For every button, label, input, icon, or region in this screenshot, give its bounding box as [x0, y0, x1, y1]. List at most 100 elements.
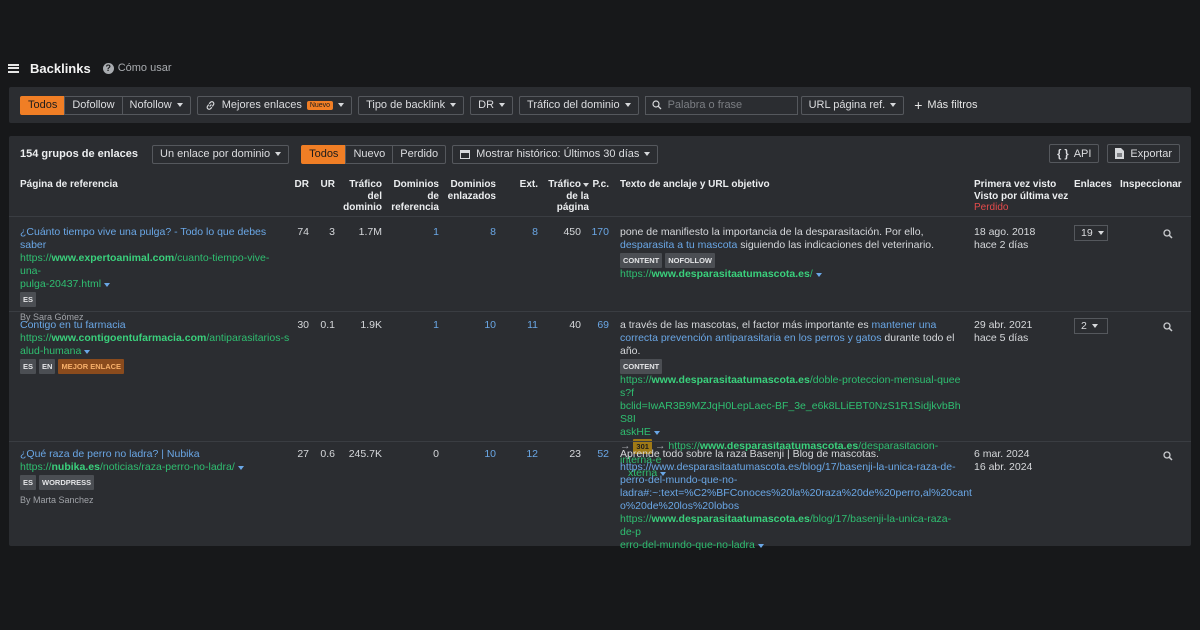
- anchor-link[interactable]: mantener una: [872, 319, 937, 331]
- col-links[interactable]: Enlaces: [1074, 179, 1112, 191]
- anchor-link[interactable]: desparasita a tu mascota: [620, 239, 737, 251]
- target-url-link[interactable]: https://www.desparasitaatumascota.es/blo…: [620, 513, 965, 552]
- chevron-down-icon: [275, 152, 282, 156]
- target-url-link[interactable]: https://www.desparasitaatumascota.es/dob…: [620, 374, 965, 439]
- ref-url-link[interactable]: https://www.expertoanimal.com/cuanto-tie…: [20, 252, 285, 291]
- col-domain-traffic[interactable]: Tráfico del dominio: [334, 179, 382, 214]
- anchor-link[interactable]: https://www.desparasitaatumascota.es/blo…: [620, 461, 972, 513]
- status-all-button[interactable]: Todos: [301, 144, 347, 164]
- page-traffic-value: 450: [563, 226, 581, 238]
- row-divider: [9, 216, 1191, 217]
- links-dropdown[interactable]: 19: [1074, 225, 1108, 241]
- ref-domains-value[interactable]: 1: [384, 319, 439, 332]
- filter-dofollow-button[interactable]: Dofollow: [64, 95, 123, 115]
- history-dropdown[interactable]: Mostrar histórico: Últimos 30 días: [452, 144, 659, 164]
- inspect-icon[interactable]: [1163, 229, 1173, 239]
- content-tag: CONTENT: [620, 359, 663, 374]
- chevron-down-icon: [624, 103, 631, 107]
- best-links-button[interactable]: Mejores enlaces Nuevo: [196, 95, 353, 115]
- page-title: Backlinks: [30, 60, 91, 76]
- ref-url-link[interactable]: https://nubika.es/noticias/raza-perro-no…: [20, 461, 290, 474]
- inspect-icon[interactable]: [1163, 451, 1173, 461]
- target-url-link[interactable]: https://www.desparasitaatumascota.es/: [620, 268, 965, 281]
- groups-count: 154 grupos de enlaces: [20, 148, 138, 160]
- url-ref-dropdown[interactable]: URL página ref.: [800, 95, 905, 115]
- traffic-value: 1.9K: [360, 319, 382, 331]
- chevron-down-icon: [644, 152, 651, 156]
- lang-tag: ES: [20, 359, 37, 374]
- ur-value: 0.1: [320, 319, 335, 331]
- chevron-down-icon[interactable]: [757, 544, 764, 548]
- chevron-down-icon[interactable]: [653, 431, 660, 435]
- col-inspect: Inspeccionar: [1120, 179, 1182, 190]
- chevron-down-icon[interactable]: [237, 466, 244, 470]
- col-anchor[interactable]: Texto de anclaje y URL objetivo: [620, 179, 770, 191]
- dates: 6 mar. 2024 16 abr. 2024: [974, 448, 1033, 473]
- domain-traffic-dropdown[interactable]: Tráfico del dominio: [519, 95, 639, 115]
- col-linked-domains[interactable]: Dominios enlazados: [439, 179, 496, 202]
- ref-title-link[interactable]: ¿Cuánto tiempo vive una pulga? - Todo lo…: [20, 226, 285, 252]
- menu-icon[interactable]: [8, 63, 19, 73]
- ext-value[interactable]: 12: [504, 448, 538, 461]
- col-dates[interactable]: Primera vez visto Visto por última vez Per…: [974, 179, 1068, 214]
- follow-filter: Todos Dofollow Nofollow: [20, 95, 191, 115]
- search-placeholder: Palabra o frase: [667, 99, 743, 111]
- ref-url-link[interactable]: https://www.contigoentufarmacia.com/anti…: [20, 332, 290, 358]
- col-ext[interactable]: Ext.: [504, 179, 538, 191]
- filter-all-button[interactable]: Todos: [20, 95, 66, 115]
- page-traffic-value: 40: [569, 319, 581, 331]
- chevron-down-icon[interactable]: [84, 350, 91, 354]
- ext-value[interactable]: 8: [504, 226, 538, 239]
- api-button[interactable]: { } API: [1049, 144, 1100, 163]
- ref-title-link[interactable]: Contigo en tu farmacia: [20, 319, 290, 332]
- anchor-link[interactable]: correcta prevención antiparasitaria en l…: [620, 332, 881, 344]
- chevron-down-icon[interactable]: [815, 273, 822, 277]
- inspect-icon[interactable]: [1163, 322, 1173, 332]
- help-link[interactable]: ? Cómo usar: [102, 62, 172, 74]
- chevron-down-icon: [450, 103, 457, 107]
- more-filters-button[interactable]: Más filtros: [927, 99, 977, 111]
- file-icon: [1115, 148, 1125, 159]
- search-input[interactable]: Palabra o frase: [644, 95, 798, 115]
- pc-value[interactable]: 170: [584, 226, 609, 239]
- ur-value: 0.6: [320, 448, 335, 460]
- filter-bar: Todos Dofollow Nofollow Mejores enlaces …: [9, 87, 1191, 123]
- dr-dropdown[interactable]: DR: [470, 95, 514, 115]
- row-divider: [9, 311, 1191, 312]
- linked-domains-value[interactable]: 10: [439, 319, 496, 332]
- results-panel: 154 grupos de enlaces Un enlace por domi…: [9, 136, 1191, 551]
- linked-domains-value[interactable]: 8: [439, 226, 496, 239]
- chevron-down-icon[interactable]: [104, 283, 111, 287]
- status-new-button[interactable]: Nuevo: [345, 144, 394, 164]
- filter-nofollow-button[interactable]: Nofollow: [121, 95, 191, 115]
- ref-title-link[interactable]: ¿Qué raza de perro no ladra? | Nubika: [20, 448, 290, 461]
- link-icon: [206, 100, 215, 110]
- chevron-down-icon: [338, 103, 345, 107]
- plus-icon: +: [914, 97, 923, 113]
- col-ur[interactable]: UR: [305, 179, 335, 191]
- lang-tag: EN: [39, 359, 56, 374]
- chevron-down-icon: [499, 103, 506, 107]
- per-domain-dropdown[interactable]: Un enlace por dominio: [152, 144, 290, 164]
- ref-domains-value: 0: [433, 448, 439, 460]
- links-dropdown[interactable]: 2: [1074, 318, 1108, 334]
- col-ref-domains[interactable]: Dominios de referencia: [384, 179, 439, 214]
- col-pc[interactable]: P.c.: [589, 179, 610, 191]
- question-icon: ?: [102, 62, 114, 74]
- nofollow-tag: NOFOLLOW: [665, 253, 715, 268]
- pc-value[interactable]: 69: [584, 319, 609, 332]
- pc-value[interactable]: 52: [584, 448, 609, 461]
- ext-value[interactable]: 11: [504, 319, 538, 332]
- ref-domains-value[interactable]: 1: [384, 226, 439, 239]
- status-lost-button[interactable]: Perdido: [392, 144, 447, 164]
- chevron-down-icon: [176, 103, 183, 107]
- cms-tag: WORDPRESS: [39, 475, 95, 490]
- export-button[interactable]: Exportar: [1107, 144, 1180, 163]
- col-ref-page[interactable]: Página de referencia: [20, 179, 118, 191]
- table-row-3-ref: ¿Qué raza de perro no ladra? | Nubika ht…: [20, 448, 290, 507]
- linked-domains-value[interactable]: 10: [439, 448, 496, 461]
- backlink-type-dropdown[interactable]: Tipo de backlink: [358, 95, 465, 115]
- col-page-traffic[interactable]: Tráfico de la página: [539, 179, 589, 214]
- search-icon: [651, 100, 662, 110]
- new-badge: Nuevo: [306, 100, 334, 110]
